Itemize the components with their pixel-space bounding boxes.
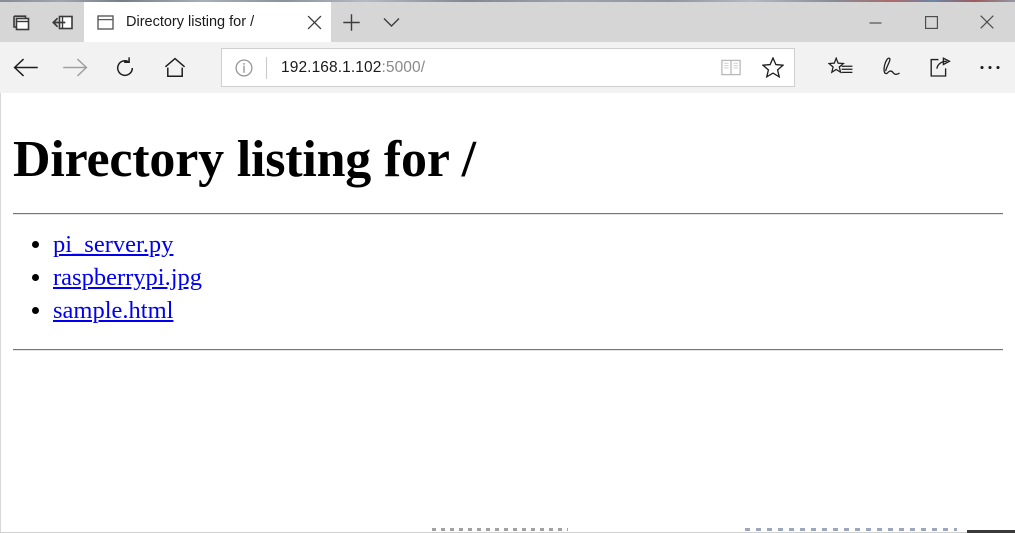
- url-host: 192.168.1.102: [281, 58, 382, 76]
- tab-strip: Directory listing for /: [84, 2, 411, 42]
- tab-title: Directory listing for /: [126, 14, 255, 30]
- tabbar-left-buttons: [0, 2, 84, 42]
- settings-more-icon[interactable]: [965, 42, 1015, 93]
- file-list: pi_server.py raspberrypi.jpg sample.html: [1, 231, 1015, 326]
- web-note-icon[interactable]: [865, 42, 915, 93]
- divider-top: [13, 213, 1003, 216]
- favorite-star-icon[interactable]: [752, 49, 794, 86]
- file-link-sample-html[interactable]: sample.html: [53, 297, 173, 324]
- browser-tab-active[interactable]: Directory listing for /: [84, 2, 331, 42]
- home-button[interactable]: [150, 42, 200, 93]
- list-item: sample.html: [53, 297, 1015, 326]
- file-link-raspberrypi-jpg[interactable]: raspberrypi.jpg: [53, 264, 202, 291]
- set-aside-tabs-icon[interactable]: [0, 2, 42, 42]
- page-viewport: Directory listing for / pi_server.py ras…: [0, 93, 1015, 533]
- new-tab-button[interactable]: [331, 2, 371, 42]
- reading-view-icon[interactable]: [710, 49, 752, 86]
- url-input[interactable]: 192.168.1.102:5000/: [267, 59, 710, 77]
- page-icon: [96, 13, 114, 31]
- title-bar: Directory listing for /: [0, 2, 1015, 42]
- share-icon[interactable]: [915, 42, 965, 93]
- list-item: raspberrypi.jpg: [53, 264, 1015, 293]
- window-controls: [847, 2, 1015, 42]
- hub-icon[interactable]: [815, 42, 865, 93]
- url-path: :5000/: [381, 58, 426, 76]
- divider-bottom: [13, 348, 1003, 351]
- address-bar[interactable]: 192.168.1.102:5000/: [221, 48, 795, 87]
- list-item: pi_server.py: [53, 231, 1015, 260]
- maximize-button[interactable]: [903, 2, 959, 42]
- close-button[interactable]: [959, 2, 1015, 42]
- directory-listing-page: Directory listing for / pi_server.py ras…: [1, 131, 1015, 351]
- restore-tabs-icon[interactable]: [42, 2, 84, 42]
- file-link-pi-server-py[interactable]: pi_server.py: [53, 231, 173, 258]
- forward-button[interactable]: [50, 42, 100, 93]
- page-title: Directory listing for /: [13, 131, 476, 188]
- info-icon[interactable]: [222, 49, 266, 86]
- toolbar-right-icons: [815, 42, 1015, 93]
- refresh-button[interactable]: [100, 42, 150, 93]
- chevron-down-icon[interactable]: [371, 2, 411, 42]
- tab-close-icon[interactable]: [297, 2, 331, 42]
- back-button[interactable]: [0, 42, 50, 93]
- browser-window: Directory listing for / 192.168.1.102:50…: [0, 0, 1015, 533]
- minimize-button[interactable]: [847, 2, 903, 42]
